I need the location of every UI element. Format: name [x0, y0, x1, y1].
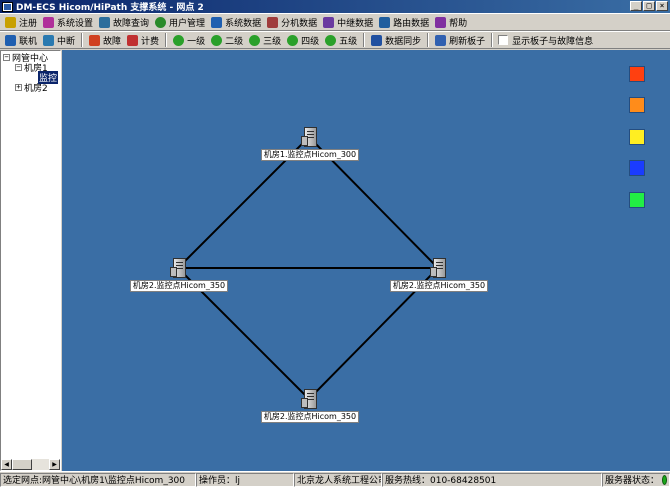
route-data-icon — [379, 16, 391, 28]
route-data-button[interactable]: 路由数据 — [376, 14, 432, 30]
window-controls: _ □ × — [630, 1, 668, 11]
disconnect-icon — [43, 34, 55, 46]
toolbar-separator — [427, 33, 430, 47]
trunk-data-icon — [323, 16, 335, 28]
level-4-button[interactable]: 四级 — [284, 32, 322, 48]
level-2-icon — [211, 34, 223, 46]
extension-data-button[interactable]: 分机数据 — [264, 14, 320, 30]
help-icon — [435, 16, 447, 28]
node-room1-hicom300[interactable]: 机房1.监控点Hicom_300 — [250, 127, 370, 161]
toolbar-separator — [81, 33, 84, 47]
status-hotline: 服务热线：010-68428501 — [382, 472, 602, 487]
node-label: 机房1.监控点Hicom_300 — [260, 149, 360, 161]
fault-query-icon — [99, 16, 111, 28]
title-bar: DM-ECS Hicom/HiPath 支撑系统 - 网点 2 _ □ × — [0, 0, 670, 13]
minimize-button[interactable]: _ — [630, 1, 642, 11]
users-icon — [155, 16, 167, 28]
legend-swatch-blue — [629, 160, 645, 176]
show-board-fault-checkbox[interactable]: 显示板子与故障信息 — [498, 34, 593, 47]
level-5-button[interactable]: 五级 — [322, 32, 360, 48]
node-room2-hicom350-left[interactable]: 机房2.监控点Hicom_350 — [119, 258, 239, 292]
server-icon — [300, 389, 317, 409]
tree-item-room2[interactable]: + 机房2 — [15, 82, 48, 94]
topology-canvas[interactable]: 机房1.监控点Hicom_300 机房2.监控点Hicom_350 机房2.监控… — [62, 50, 670, 471]
node-label: 机房2.监控点Hicom_350 — [129, 280, 229, 292]
node-label: 机房2.监控点Hicom_350 — [389, 280, 489, 292]
connect-icon — [5, 34, 16, 46]
menu-toolbar: 注册 系统设置 故障查询 用户管理 系统数据 分机数据 中继数据 路由数据 帮助 — [0, 13, 670, 31]
level-1-button[interactable]: 一级 — [170, 32, 208, 48]
checkbox-box[interactable] — [498, 35, 509, 45]
action-toolbar: 联机 中断 故障 计费 一级 二级 三级 四级 五级 数据同步 刷新板子 显示板… — [0, 31, 670, 49]
site-tree: − 网管中心 − 机房1 监控 + 机房2 ◀ ▶ — [0, 50, 61, 471]
legend-swatch-yellow — [629, 129, 645, 145]
node-room2-hicom350-right[interactable]: 机房2.监控点Hicom_350 — [379, 258, 499, 292]
server-icon — [300, 127, 317, 147]
server-status-icon — [662, 474, 667, 485]
system-data-icon — [211, 16, 223, 28]
expand-icon[interactable]: + — [15, 83, 22, 91]
trunk-data-button[interactable]: 中继数据 — [320, 14, 376, 30]
app-icon — [2, 1, 13, 12]
level-3-button[interactable]: 三级 — [246, 32, 284, 48]
status-server: 服务器状态： — [602, 472, 670, 487]
level-3-icon — [249, 34, 261, 46]
window-title: DM-ECS Hicom/HiPath 支撑系统 - 网点 2 — [16, 3, 204, 13]
status-selected-node: 选定网点:网管中心\机房1\监控点Hicom_300 — [0, 472, 196, 487]
node-label: 机房2.监控点Hicom_350 — [260, 411, 360, 423]
legend-swatch-green — [629, 192, 645, 208]
toolbar-separator — [491, 33, 494, 47]
tree-horizontal-scrollbar[interactable]: ◀ ▶ — [1, 459, 60, 470]
toolbar-separator — [165, 33, 168, 47]
register-button[interactable]: 注册 — [2, 14, 40, 30]
billing-button[interactable]: 计费 — [124, 32, 162, 48]
collapse-icon[interactable]: − — [3, 53, 10, 61]
level-2-button[interactable]: 二级 — [208, 32, 246, 48]
connect-button[interactable]: 联机 — [2, 32, 40, 48]
key-icon — [5, 16, 16, 28]
level-1-icon — [173, 34, 185, 46]
fault-icon — [89, 34, 101, 46]
help-button[interactable]: 帮助 — [432, 14, 470, 30]
status-operator: 操作员：lj — [196, 472, 294, 487]
refresh-board-icon — [435, 34, 447, 46]
system-data-button[interactable]: 系统数据 — [208, 14, 264, 30]
node-room2-hicom350-bottom[interactable]: 机房2.监控点Hicom_350 — [250, 389, 370, 423]
server-icon — [429, 258, 446, 278]
extension-data-icon — [267, 16, 279, 28]
refresh-board-button[interactable]: 刷新板子 — [432, 32, 488, 48]
fault-button[interactable]: 故障 — [86, 32, 124, 48]
scroll-left-icon[interactable]: ◀ — [1, 459, 12, 470]
data-sync-icon — [371, 34, 383, 46]
status-company: 北京龙人系统工程公司 — [294, 472, 382, 487]
system-settings-button[interactable]: 系统设置 — [40, 14, 96, 30]
level-5-icon — [325, 34, 337, 46]
scroll-right-icon[interactable]: ▶ — [49, 459, 60, 470]
legend-swatch-red — [629, 66, 645, 82]
billing-icon — [127, 34, 139, 46]
maximize-button[interactable]: □ — [643, 1, 655, 11]
toolbar-separator — [363, 33, 366, 47]
settings-icon — [43, 16, 55, 28]
server-icon — [169, 258, 186, 278]
scroll-thumb[interactable] — [12, 459, 32, 470]
level-4-icon — [287, 34, 299, 46]
user-management-button[interactable]: 用户管理 — [152, 14, 208, 30]
disconnect-button[interactable]: 中断 — [40, 32, 78, 48]
status-bar: 选定网点:网管中心\机房1\监控点Hicom_300 操作员：lj 北京龙人系统… — [0, 471, 670, 487]
close-button[interactable]: × — [656, 1, 668, 11]
legend-swatch-orange — [629, 97, 645, 113]
fault-query-button[interactable]: 故障查询 — [96, 14, 152, 30]
collapse-icon[interactable]: − — [15, 63, 22, 71]
data-sync-button[interactable]: 数据同步 — [368, 32, 424, 48]
